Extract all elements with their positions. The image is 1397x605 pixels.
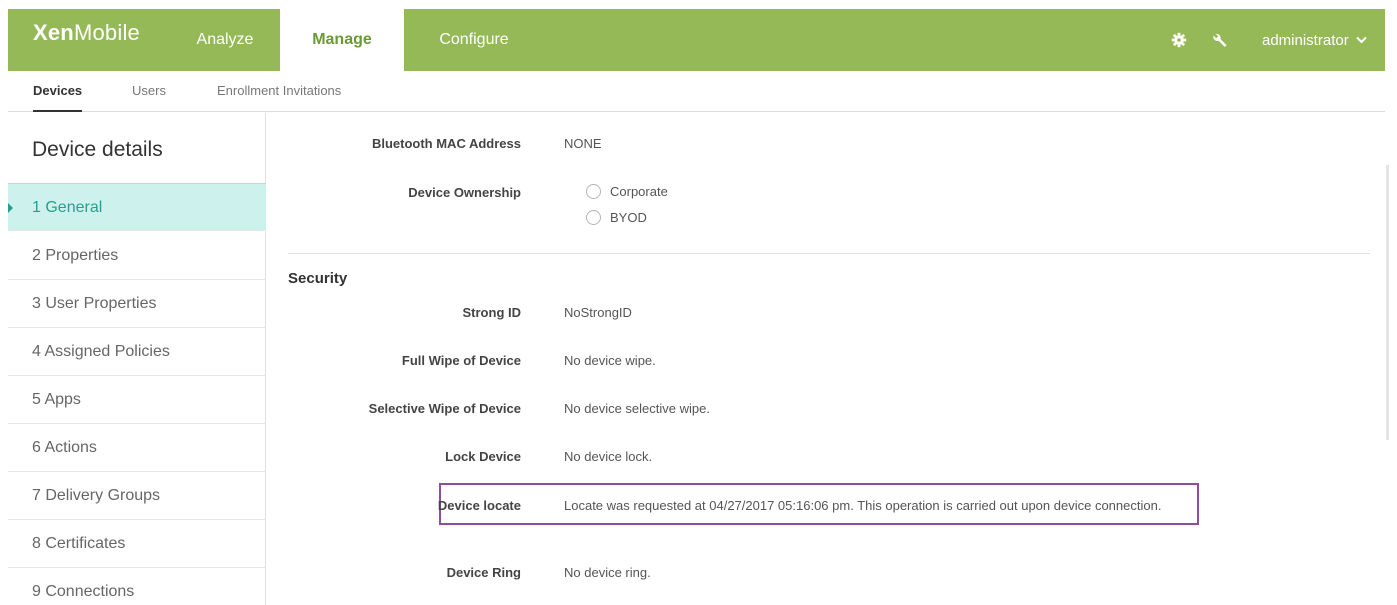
- device-locate-label: Device locate: [437, 498, 521, 513]
- subtab-enrollment-invitations[interactable]: Enrollment Invitations: [217, 72, 341, 112]
- strong-id-value: NoStrongID: [564, 305, 632, 320]
- lock-device-label: Lock Device: [445, 449, 521, 464]
- step-user-properties[interactable]: 3 User Properties: [8, 280, 266, 328]
- subtab-users[interactable]: Users: [132, 72, 166, 112]
- gear-icon[interactable]: [1168, 29, 1190, 51]
- full-wipe-value: No device wipe.: [564, 353, 656, 368]
- step-assigned-policies[interactable]: 4 Assigned Policies: [8, 328, 266, 376]
- step-certificates[interactable]: 8 Certificates: [8, 520, 266, 568]
- device-ring-label: Device Ring: [446, 565, 521, 580]
- user-menu[interactable]: administrator: [1262, 9, 1367, 71]
- sidebar-title: Device details: [32, 138, 163, 161]
- step-connections[interactable]: 9 Connections: [8, 568, 266, 605]
- ownership-option-byod[interactable]: BYOD: [586, 210, 647, 225]
- selective-wipe-value: No device selective wipe.: [564, 401, 710, 416]
- subtab-devices[interactable]: Devices: [33, 72, 83, 112]
- user-name: administrator: [1262, 31, 1349, 49]
- strong-id-label: Strong ID: [462, 305, 522, 320]
- bluetooth-value: NONE: [564, 136, 602, 151]
- nav-tab-configure[interactable]: Configure: [404, 9, 544, 71]
- step-delivery-groups[interactable]: 7 Delivery Groups: [8, 472, 266, 520]
- step-properties[interactable]: 2 Properties: [8, 232, 266, 280]
- chevron-down-icon: [1355, 36, 1367, 44]
- active-step-arrow-icon: [8, 203, 13, 213]
- bluetooth-label: Bluetooth MAC Address: [371, 136, 521, 151]
- device-ring-value: No device ring.: [564, 565, 651, 580]
- nav-tab-manage[interactable]: Manage: [280, 9, 404, 72]
- device-details-sidebar: Device details 1 General 2 Properties 3 …: [8, 113, 266, 605]
- ownership-label: Device Ownership: [408, 185, 521, 200]
- vertical-scrollbar[interactable]: [1386, 165, 1389, 440]
- security-section-title: Security: [288, 270, 348, 287]
- step-apps[interactable]: 5 Apps: [8, 376, 266, 424]
- lock-device-value: No device lock.: [564, 449, 653, 464]
- section-divider: [288, 253, 1370, 254]
- sub-nav: Devices Users Enrollment Invitations: [8, 72, 1385, 112]
- top-bar: XenMobile Analyze Manage Configure admin…: [0, 0, 1397, 72]
- xenmobile-logo[interactable]: XenMobile: [33, 20, 140, 46]
- full-wipe-label: Full Wipe of Device: [401, 353, 521, 368]
- step-general[interactable]: 1 General: [8, 183, 266, 231]
- byod-radio[interactable]: [586, 210, 601, 225]
- corporate-radio[interactable]: [586, 184, 601, 199]
- device-locate-value: Locate was requested at 04/27/2017 05:16…: [564, 498, 1162, 513]
- nav-tab-analyze[interactable]: Analyze: [170, 9, 280, 71]
- ownership-option-corporate[interactable]: Corporate: [586, 184, 668, 199]
- selective-wipe-label: Selective Wipe of Device: [368, 401, 521, 416]
- step-actions[interactable]: 6 Actions: [8, 424, 266, 472]
- wrench-icon[interactable]: [1209, 29, 1231, 51]
- device-general-panel: Bluetooth MAC Address NONE Device Owners…: [266, 113, 1385, 605]
